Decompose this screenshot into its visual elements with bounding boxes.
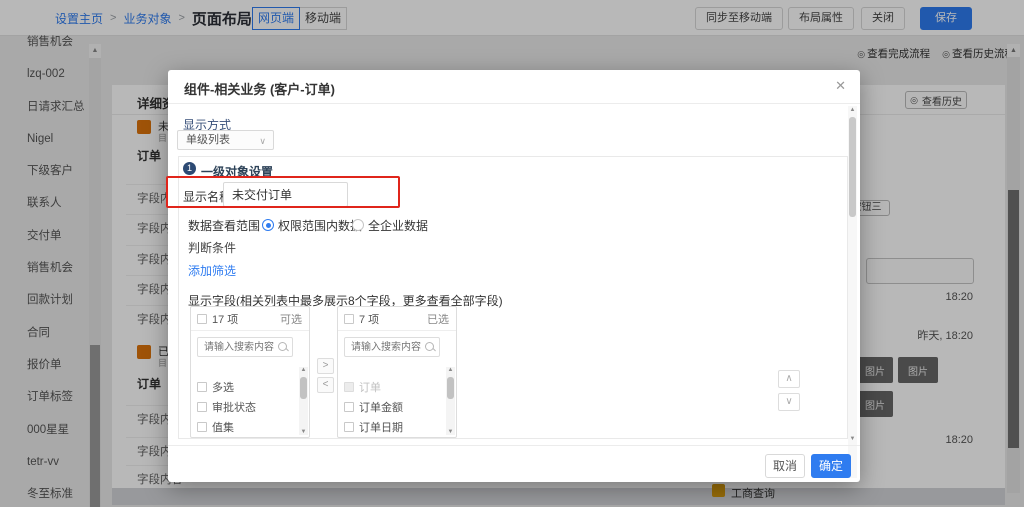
add-filter-link[interactable]: 添加筛选 [188, 262, 236, 279]
list-scrollbar-thumb[interactable] [447, 377, 454, 399]
field-option[interactable]: 订单日期 [344, 419, 403, 435]
available-search [197, 337, 293, 357]
modal-scrollbar-thumb[interactable] [849, 117, 856, 217]
confirm-button[interactable]: 确定 [811, 454, 851, 478]
move-left-button[interactable]: < [317, 377, 334, 393]
field-checkbox-disabled [344, 382, 354, 392]
field-option[interactable]: 多选 [197, 379, 234, 395]
available-tag: 可选 [280, 311, 302, 327]
search-icon [425, 342, 435, 352]
field-checkbox[interactable] [197, 422, 207, 432]
list-scrollbar[interactable]: ▲ ▼ [299, 367, 308, 435]
select-all-checkbox[interactable] [197, 314, 207, 324]
divider [168, 103, 860, 104]
move-down-button[interactable]: ∨ [778, 393, 800, 411]
field-option-disabled: 订单 [344, 379, 381, 395]
display-mode-select[interactable]: 单级列表 ∨ [177, 130, 274, 150]
selected-tag: 已选 [427, 311, 449, 327]
cancel-button[interactable]: 取消 [765, 454, 805, 478]
condition-label: 判断条件 [188, 239, 236, 256]
select-all-checkbox[interactable] [344, 314, 354, 324]
scroll-down-icon[interactable]: ▼ [446, 429, 455, 435]
modal-scroll-up-icon[interactable]: ▲ [848, 107, 857, 113]
move-up-button[interactable]: ∧ [778, 370, 800, 388]
modal-scroll-down-icon[interactable]: ▼ [848, 436, 857, 442]
app-window: 设置主页 > 业务对象 > 页面布局 网页端 移动端 同步至移动端 布局属性 关… [0, 0, 1024, 507]
available-count: 17 项 [212, 311, 238, 327]
step-number-badge: 1 [183, 162, 196, 175]
scroll-up-icon[interactable]: ▲ [299, 367, 308, 373]
chevron-down-icon: ∨ [259, 132, 266, 150]
field-option[interactable]: 审批状态 [197, 399, 256, 415]
field-option[interactable]: 订单金额 [344, 399, 403, 415]
radio-whole-company-label[interactable]: 全企业数据 [368, 217, 428, 234]
selected-search [344, 337, 440, 357]
modal-title: 组件-相关业务 (客户-订单) [184, 79, 335, 98]
radio-whole-company[interactable] [352, 219, 364, 231]
related-business-modal: 组件-相关业务 (客户-订单) ✕ 显示方式 单级列表 ∨ 1 一级对象设置 显… [168, 70, 860, 482]
radio-permission-scope[interactable] [262, 219, 274, 231]
radio-permission-scope-label[interactable]: 权限范围内数据 [278, 217, 362, 234]
list-scrollbar[interactable]: ▲ ▼ [446, 367, 455, 435]
scroll-down-icon[interactable]: ▼ [299, 429, 308, 435]
field-checkbox[interactable] [344, 422, 354, 432]
field-checkbox[interactable] [197, 382, 207, 392]
available-fields-box: 17 项 可选 多选 审批状态 值集 ▲ ▼ [190, 306, 310, 438]
selected-fields-box: 7 项 已选 订单 订单金额 订单日期 ▲ ▼ [337, 306, 457, 438]
selected-fields-header: 7 项 已选 [338, 307, 456, 331]
divider [168, 445, 860, 446]
available-fields-header: 17 项 可选 [191, 307, 309, 331]
scroll-up-icon[interactable]: ▲ [446, 367, 455, 373]
field-checkbox[interactable] [344, 402, 354, 412]
selected-count: 7 项 [359, 311, 379, 327]
highlight-annotation [166, 176, 400, 208]
list-scrollbar-thumb[interactable] [300, 377, 307, 399]
data-scope-label: 数据查看范围 [188, 217, 260, 234]
move-right-button[interactable]: > [317, 358, 334, 374]
search-icon [278, 342, 288, 352]
close-icon[interactable]: ✕ [835, 78, 846, 94]
field-option[interactable]: 值集 [197, 419, 234, 435]
field-checkbox[interactable] [197, 402, 207, 412]
